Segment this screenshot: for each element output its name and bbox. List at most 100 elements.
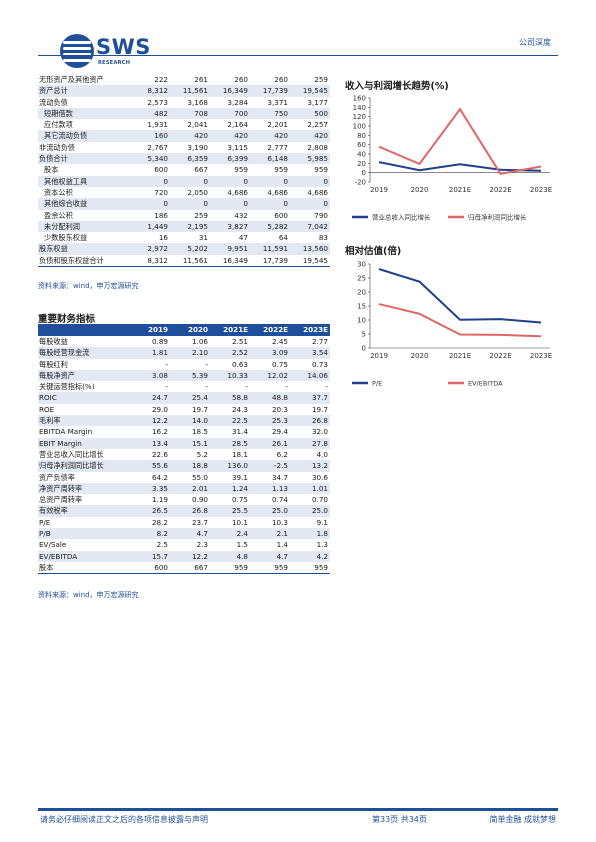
growth-chart-title: 收入与利润增长趋势(%) <box>345 81 449 92</box>
row-label: 其他综合收益 <box>38 198 130 210</box>
row-label: 短期借款 <box>38 107 130 120</box>
table-row: EBITDA Margin 16.2 18.5 31.4 29.4 32.0 <box>38 426 330 437</box>
column-header: 2021E <box>210 324 250 336</box>
y-tick-label: 60 <box>357 141 366 149</box>
table-cell: 0 <box>170 198 210 210</box>
table-cell: 25.0 <box>290 505 330 517</box>
table-cell: 8.2 <box>130 528 170 540</box>
table-cell: 64.2 <box>151 472 168 482</box>
table-cell: 11,561 <box>170 85 210 97</box>
table-cell: 13.2 <box>290 460 330 472</box>
table-cell: 16.2 <box>151 427 168 437</box>
x-tick-label: 2019 <box>370 186 388 194</box>
row-label: EV/EBITDA <box>38 550 130 562</box>
table-cell: 3.09 <box>250 347 290 359</box>
table-cell: 26.5 <box>130 505 170 517</box>
table-cell: 34.7 <box>271 472 288 482</box>
row-label: 其他权益工具 <box>38 175 130 187</box>
table-cell: 700 <box>210 107 250 120</box>
table-row: 净资产周转率 3.35 2.01 1.24 1.13 1.01 <box>38 482 330 495</box>
page-number: 第33页 共34页 <box>372 815 427 824</box>
row-label: 股东权益 <box>38 243 130 255</box>
row-label: 盈余公积 <box>44 210 73 220</box>
table-cell: 5,202 <box>170 243 210 255</box>
column-header: 2019 <box>130 324 170 336</box>
table-cell: 28.5 <box>210 437 250 449</box>
table-cell: 26.1 <box>250 437 290 449</box>
table-row: 负债合计 5,340 6,359 6,399 6,148 5,985 <box>38 153 330 165</box>
table-cell: 29.0 <box>151 404 168 414</box>
x-tick-label: 2021E <box>449 352 471 360</box>
table-cell: 19.7 <box>311 404 328 414</box>
table-row: P/B 8.2 4.7 2.4 2.1 1.8 <box>38 528 330 540</box>
table-cell: 2.77 <box>311 337 328 346</box>
table-cell: 31 <box>198 233 208 243</box>
table-cell: 15.7 <box>130 550 170 562</box>
table-cell: 24.3 <box>231 404 248 414</box>
table-cell: 420 <box>250 130 290 142</box>
table-cell: 667 <box>194 165 208 175</box>
row-label: 资产总计 <box>38 85 130 97</box>
column-header: 2022E <box>250 324 290 336</box>
y-tick-label: 80 <box>357 132 366 140</box>
table-cell: 2.52 <box>210 347 250 359</box>
table-cell: 4.7 <box>170 528 210 540</box>
legend-label: 归母净利润同比增长 <box>468 213 527 222</box>
table-cell: 2.3 <box>196 540 208 550</box>
table-row: EBIT Margin 13.4 15.1 28.5 26.1 27.8 <box>38 437 330 449</box>
table-cell: 600 <box>130 561 170 575</box>
table-row: EV/Sale 2.5 2.3 1.5 1.4 1.3 <box>38 539 330 550</box>
table-cell: 708 <box>170 107 210 120</box>
table-cell: 0 <box>250 198 290 210</box>
balance-sheet-table: 无形资产及其他资产 222 261 260 260 259 资产总计 8,312 11,561 1… <box>38 74 330 268</box>
table-cell: 1.8 <box>290 528 330 540</box>
table-cell: - <box>325 382 328 392</box>
table-cell: 959 <box>250 561 290 575</box>
table-cell: 27.8 <box>290 437 330 449</box>
table-row: 关键运营指标(%) - - - - - <box>38 381 330 392</box>
table-row: 股东权益 2,972 5,202 9,951 11,591 13,560 <box>38 243 330 255</box>
table-cell: 3,190 <box>187 142 208 152</box>
row-label: ROIC <box>38 392 130 404</box>
table-cell: 0.75 <box>271 359 288 369</box>
table-cell: 2,972 <box>130 243 170 255</box>
key-indicators-title: 重要财务指标 <box>38 314 96 325</box>
table-cell: 17,739 <box>250 254 290 268</box>
key-indicators-table: 2019 2020 2021E 2022E 2023E 每股收益 0.89 1.06 2.51 2… <box>38 324 330 575</box>
table-cell: 1.5 <box>236 540 248 550</box>
table-cell: 16,349 <box>210 254 250 268</box>
table-cell: 222 <box>154 75 168 84</box>
table-cell: 12.2 <box>170 550 210 562</box>
table-cell: 55.6 <box>130 460 170 472</box>
table-cell: -2.5 <box>250 460 290 472</box>
row-label: 每股红利 <box>39 359 68 369</box>
row-label: 资本公积 <box>44 187 73 197</box>
row-label: 负债和股东权益合计 <box>38 254 130 268</box>
table-cell: 3,177 <box>307 97 328 107</box>
table-row: 毛利率 12.2 14.0 22.5 25.3 26.8 <box>38 415 330 427</box>
table-cell: 259 <box>314 75 328 84</box>
table-cell: 4,686 <box>227 187 248 197</box>
table-cell: 1.4 <box>276 540 288 550</box>
table-cell: 6,399 <box>210 153 250 165</box>
table-cell: 48.8 <box>250 392 290 404</box>
row-label: 流动负债 <box>39 97 68 107</box>
table-cell: 83 <box>318 233 328 243</box>
footer-slogan: 简单金融 成就梦想 <box>489 815 556 824</box>
table-cell: 1.24 <box>210 482 250 495</box>
table-cell: - <box>165 359 168 369</box>
x-tick-label: 2023E <box>530 186 552 194</box>
table-cell: 3,284 <box>227 97 248 107</box>
row-label: 净资产周转率 <box>38 482 130 495</box>
table-cell: 1.19 <box>151 495 168 505</box>
table-cell: 2,777 <box>267 142 288 152</box>
table-row: 资产负债率 64.2 55.0 39.1 34.7 30.6 <box>38 472 330 483</box>
row-label: 非流动负债 <box>39 142 75 152</box>
table-cell: 0.74 <box>271 495 288 505</box>
table-cell: 25.3 <box>250 415 290 427</box>
table-row: 非流动负债 2,767 3,190 3,115 2,777 2,808 <box>38 142 330 153</box>
table-cell: 7,042 <box>290 220 330 233</box>
x-tick-label: 2022E <box>489 186 511 194</box>
table-cell: 18.1 <box>231 449 248 459</box>
table-row: 流动负债 2,573 3,168 3,284 3,371 3,177 <box>38 97 330 108</box>
